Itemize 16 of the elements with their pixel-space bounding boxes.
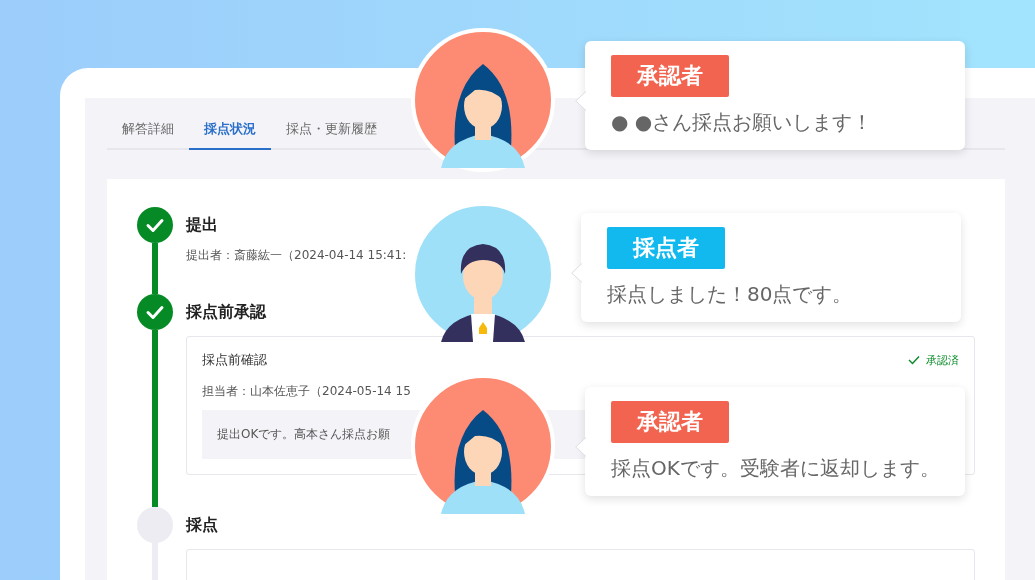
role-tag: 採点者: [607, 227, 725, 269]
step-title: 採点: [186, 514, 218, 536]
assignee-text: 担当者：山本佐恵子（2024-05-14 15: [202, 383, 412, 400]
message-text: ● ●さん採点お願いします！: [611, 109, 874, 136]
tab[interactable]: 採点状況: [189, 112, 271, 150]
submitter-text: 提出者：斎藤紘一（2024-04-14 15:41:: [186, 247, 407, 264]
approval-title: 採点前確認: [202, 351, 267, 369]
tab[interactable]: 採点・更新履歴: [271, 112, 392, 150]
check-icon: [908, 355, 920, 365]
approved-status: 承認済: [908, 352, 959, 368]
step-title: 採点前承認: [186, 301, 266, 323]
tab[interactable]: 解答詳細: [107, 112, 189, 150]
message-text: 採点しました！80点です。: [607, 281, 854, 308]
role-tag: 承認者: [611, 401, 729, 443]
step-title: 提出: [186, 214, 218, 236]
role-tag: 承認者: [611, 55, 729, 97]
